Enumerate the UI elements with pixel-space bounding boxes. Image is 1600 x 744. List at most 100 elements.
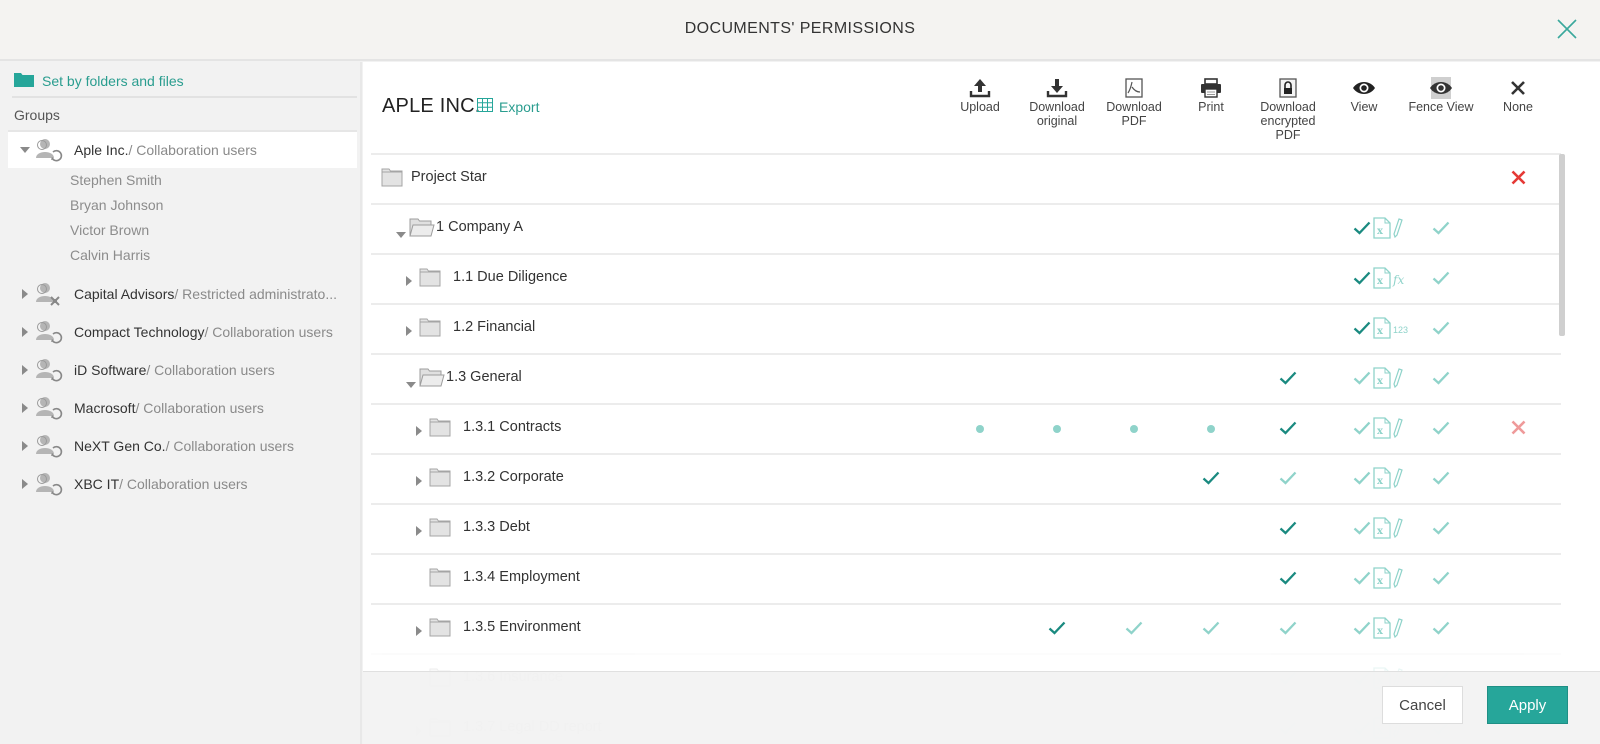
- folder-name[interactable]: 1.1 Due Diligence: [453, 269, 567, 285]
- group-item[interactable]: iD Software / Collaboration users: [8, 352, 357, 388]
- excel-file-icon: x: [1373, 416, 1391, 444]
- permission-cell-download-encrypted-pdf[interactable]: [1276, 455, 1300, 505]
- permission-cell-view[interactable]: x: [1353, 505, 1413, 555]
- permission-cell-fence-view[interactable]: [1429, 555, 1453, 605]
- caret-right-icon[interactable]: [8, 441, 30, 451]
- group-member[interactable]: Calvin Harris: [70, 247, 150, 263]
- permission-cell-view[interactable]: x: [1353, 355, 1413, 405]
- check-light-icon: [1353, 421, 1371, 440]
- caret-right-icon[interactable]: [416, 423, 422, 441]
- tree-row[interactable]: 1.3.4 Employment x: [371, 553, 1561, 603]
- caret-right-icon[interactable]: [416, 623, 422, 641]
- group-item[interactable]: Compact Technology / Collaboration users: [8, 314, 357, 350]
- group-member[interactable]: Stephen Smith: [70, 172, 162, 188]
- column-download-encrypted-pdf[interactable]: Download encrypted PDF: [1250, 76, 1326, 142]
- permission-cell-download-encrypted-pdf[interactable]: [1276, 505, 1300, 555]
- permission-cell-none[interactable]: [1506, 405, 1530, 455]
- group-item[interactable]: Capital Advisors / Restricted administra…: [8, 276, 357, 312]
- tree-row[interactable]: 1 Company A x: [371, 203, 1561, 253]
- check-icon: [1279, 371, 1297, 390]
- set-by-folders-link[interactable]: Set by folders and files: [14, 72, 184, 90]
- permission-cell-download-original[interactable]: [1045, 405, 1069, 455]
- permission-cell-fence-view[interactable]: [1429, 255, 1453, 305]
- tree-row[interactable]: 1.3.2 Corporate x: [371, 453, 1561, 503]
- caret-right-icon[interactable]: [8, 365, 30, 375]
- folder-name[interactable]: 1.3.1 Contracts: [463, 419, 561, 435]
- folder-name[interactable]: Project Star: [411, 169, 487, 185]
- permission-cell-download-encrypted-pdf[interactable]: [1276, 355, 1300, 405]
- caret-right-icon[interactable]: [8, 479, 30, 489]
- permission-cell-print[interactable]: [1199, 455, 1223, 505]
- column-download-original[interactable]: Download original: [1019, 76, 1095, 128]
- permission-cell-view[interactable]: x: [1353, 605, 1413, 655]
- permission-cell-download-pdf[interactable]: [1122, 405, 1146, 455]
- apply-button[interactable]: Apply: [1487, 686, 1568, 724]
- caret-down-icon[interactable]: [406, 375, 416, 393]
- permission-cell-none[interactable]: [1506, 155, 1530, 205]
- column-download-pdf[interactable]: Download PDF: [1096, 76, 1172, 128]
- caret-right-icon[interactable]: [406, 323, 412, 341]
- permission-cell-fence-view[interactable]: [1429, 605, 1453, 655]
- permission-cell-download-encrypted-pdf[interactable]: [1276, 555, 1300, 605]
- permission-cell-fence-view[interactable]: [1429, 455, 1453, 505]
- folder-name[interactable]: 1 Company A: [436, 219, 523, 235]
- group-item[interactable]: XBC IT / Collaboration users: [8, 466, 357, 502]
- folder-name[interactable]: 1.3.5 Environment: [463, 619, 581, 635]
- permission-cell-download-pdf[interactable]: [1122, 605, 1146, 655]
- column-fence-view[interactable]: Fence View: [1403, 76, 1479, 114]
- check-light-icon: [1432, 571, 1450, 590]
- folder-name[interactable]: 1.3.3 Debt: [463, 519, 530, 535]
- permission-cell-download-original[interactable]: [1045, 605, 1069, 655]
- caret-down-icon[interactable]: [396, 225, 406, 243]
- permission-cell-view[interactable]: x: [1353, 205, 1413, 255]
- cancel-button[interactable]: Cancel: [1382, 686, 1463, 724]
- folder-name[interactable]: 1.3.4 Employment: [463, 569, 580, 585]
- permission-cell-view[interactable]: x fx: [1353, 255, 1413, 305]
- close-icon[interactable]: [1556, 18, 1578, 40]
- group-item[interactable]: Macrosoft / Collaboration users: [8, 390, 357, 426]
- caret-right-icon[interactable]: [406, 273, 412, 291]
- group-member[interactable]: Bryan Johnson: [70, 197, 163, 213]
- caret-right-icon[interactable]: [416, 523, 422, 541]
- permission-cell-fence-view[interactable]: [1429, 505, 1453, 555]
- tree-row[interactable]: 1.3.1 Contracts x: [371, 403, 1561, 453]
- folder-name[interactable]: 1.2 Financial: [453, 319, 535, 335]
- column-print[interactable]: Print: [1173, 76, 1249, 114]
- permission-cell-view[interactable]: x 123: [1353, 305, 1413, 355]
- export-button[interactable]: Export: [477, 98, 539, 115]
- folder-icon: [14, 72, 34, 90]
- check-light-icon: [1432, 371, 1450, 390]
- permission-cell-fence-view[interactable]: [1429, 305, 1453, 355]
- permission-cell-fence-view[interactable]: [1429, 405, 1453, 455]
- permission-cell-upload[interactable]: [968, 405, 992, 455]
- group-member[interactable]: Victor Brown: [70, 222, 149, 238]
- permission-cell-fence-view[interactable]: [1429, 205, 1453, 255]
- column-upload[interactable]: Upload: [942, 76, 1018, 114]
- caret-right-icon[interactable]: [8, 403, 30, 413]
- caret-right-icon[interactable]: [416, 473, 422, 491]
- column-none[interactable]: None: [1480, 76, 1556, 114]
- tree-row[interactable]: 1.2 Financial x 123: [371, 303, 1561, 353]
- permission-cell-print[interactable]: [1199, 605, 1223, 655]
- permission-cell-print[interactable]: [1199, 405, 1223, 455]
- tree-row[interactable]: Project Star: [371, 153, 1561, 203]
- permission-cell-download-encrypted-pdf[interactable]: [1276, 605, 1300, 655]
- folder-name[interactable]: 1.3.2 Corporate: [463, 469, 564, 485]
- permission-cell-view[interactable]: x: [1353, 455, 1413, 505]
- tree-row[interactable]: 1.3.3 Debt x: [371, 503, 1561, 553]
- permission-cell-fence-view[interactable]: [1429, 355, 1453, 405]
- group-item[interactable]: NeXT Gen Co. / Collaboration users: [8, 428, 357, 464]
- folder-name[interactable]: 1.3 General: [446, 369, 522, 385]
- column-view[interactable]: View: [1326, 76, 1402, 114]
- group-item[interactable]: Aple Inc. / Collaboration users: [8, 132, 357, 168]
- caret-down-icon[interactable]: [8, 147, 30, 153]
- permission-cell-view[interactable]: x: [1353, 405, 1413, 455]
- caret-right-icon[interactable]: [8, 289, 30, 299]
- tree-row[interactable]: 1.3.5 Environment x: [371, 603, 1561, 653]
- permission-cell-download-encrypted-pdf[interactable]: [1276, 405, 1300, 455]
- tree-row[interactable]: 1.1 Due Diligence x fx: [371, 253, 1561, 303]
- scrollbar[interactable]: [1559, 154, 1565, 336]
- permission-cell-view[interactable]: x: [1353, 555, 1413, 605]
- caret-right-icon[interactable]: [8, 327, 30, 337]
- tree-row[interactable]: 1.3 General x: [371, 353, 1561, 403]
